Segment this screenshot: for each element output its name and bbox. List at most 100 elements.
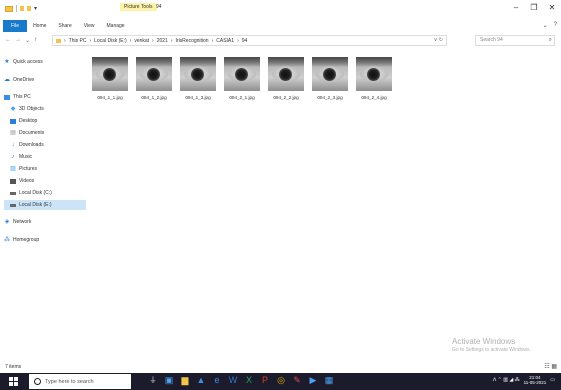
sidebar-item-pictures[interactable]: ▨ Pictures	[10, 164, 86, 174]
sidebar-item-local-disk-c[interactable]: Local Disk (C:)	[10, 188, 86, 198]
sidebar-item-quick-access[interactable]: ★ Quick access	[4, 57, 86, 67]
sidebar-item-label: Pictures	[19, 166, 38, 172]
sidebar-item-label: Music	[19, 154, 33, 160]
eye-thumbnail	[356, 57, 392, 91]
sidebar-item-videos[interactable]: Videos	[10, 176, 86, 186]
search-icon: ⌕	[548, 37, 552, 43]
video-icon	[10, 178, 16, 184]
file-item[interactable]: 094_1_2.jpg	[136, 57, 172, 100]
sidebar-item-desktop[interactable]: Desktop	[10, 116, 86, 126]
breadcrumb-2021[interactable]: 2021	[157, 38, 168, 44]
breadcrumb-94[interactable]: 94	[242, 38, 248, 44]
tray-icons[interactable]: ᐱ ⌃ ▥ ◢ ⁂	[493, 377, 520, 383]
task-view-icon[interactable]: ▣	[164, 375, 174, 386]
homegroup-icon: ⁂	[4, 236, 10, 243]
tab-view[interactable]: View	[78, 20, 101, 32]
file-item[interactable]: 094_2_1.jpg	[224, 57, 260, 100]
sidebar-item-music[interactable]: ♪ Music	[10, 152, 86, 162]
photos-icon[interactable]: ▦	[324, 375, 334, 386]
breadcrumb-local-disk-e[interactable]: Local Disk (E:)	[94, 38, 127, 44]
watermark-subtitle: Go to Settings to activate Windows.	[452, 347, 531, 353]
up-button[interactable]: ↑	[34, 37, 37, 44]
music-icon: ♪	[11, 153, 15, 160]
file-item[interactable]: 094_2_3.jpg	[312, 57, 348, 100]
tab-manage[interactable]: Manage	[101, 20, 131, 32]
close-button[interactable]: ✕	[543, 0, 561, 16]
eye-thumbnail	[224, 57, 260, 91]
file-item[interactable]: 094_2_2.jpg	[268, 57, 304, 100]
help-icon[interactable]: ?	[554, 22, 557, 29]
breadcrumb-separator: ›	[64, 37, 66, 44]
clock[interactable]: 21:04 11-05-2021	[524, 375, 547, 385]
quick-access-toolbar: ▾	[5, 5, 37, 12]
sidebar-item-local-disk-e[interactable]: Local Disk (E:)	[4, 200, 86, 210]
address-bar[interactable]: › This PC › Local Disk (E:) › venkat › 2…	[52, 35, 447, 46]
eye-thumbnail	[268, 57, 304, 91]
watermark-title: Activate Windows	[452, 337, 516, 346]
sidebar-item-label: Documents	[19, 130, 45, 136]
recent-locations-button[interactable]: ⌄	[25, 37, 30, 44]
file-name: 094_1_1.jpg	[97, 95, 123, 100]
document-icon: ▤	[10, 129, 16, 136]
media-icon[interactable]: ▶	[308, 375, 318, 386]
clock-date: 11-05-2021	[523, 380, 547, 385]
sidebar-item-onedrive[interactable]: ☁ OneDrive	[4, 75, 86, 85]
customize-toolbar-icon[interactable]: ▾	[34, 5, 37, 12]
star-icon: ★	[4, 58, 10, 65]
minimize-button[interactable]: –	[507, 0, 525, 16]
item-count: 7 items	[5, 364, 22, 370]
powerpoint-icon[interactable]: P	[260, 375, 270, 386]
taskbar-search-input[interactable]: Type here to search	[29, 374, 131, 389]
sidebar-item-this-pc[interactable]: This PC	[4, 92, 86, 102]
drive-icon	[10, 203, 16, 207]
sidebar-item-3d-objects[interactable]: ◆ 3D Objects	[10, 104, 86, 114]
breadcrumb-irisrecognition[interactable]: IrisRecognition	[176, 38, 209, 44]
forward-button[interactable]: →	[15, 37, 21, 44]
expand-ribbon-icon[interactable]: ⌄	[543, 22, 548, 29]
eye-thumbnail	[180, 57, 216, 91]
sidebar-item-documents[interactable]: ▤ Documents	[10, 128, 86, 138]
desktop-icon	[10, 118, 16, 124]
excel-icon[interactable]: X	[244, 375, 254, 386]
download-icon: ↓	[11, 141, 15, 148]
store-icon[interactable]: ▲	[196, 375, 206, 386]
file-name: 094_2_2.jpg	[273, 95, 299, 100]
windows-start-icon[interactable]	[9, 377, 18, 386]
search-input[interactable]: Search 94 ⌕	[475, 35, 555, 46]
properties-icon[interactable]	[20, 6, 24, 11]
ribbon-tabs: File Home Share View Manage ⌄ ?	[0, 20, 561, 32]
sidebar-item-downloads[interactable]: ↓ Downloads	[10, 140, 86, 150]
tab-file[interactable]: File	[3, 20, 28, 32]
file-explorer-icon[interactable]: ▆	[180, 375, 190, 386]
edge-icon[interactable]: e	[212, 375, 222, 386]
back-button[interactable]: ←	[5, 37, 11, 44]
tab-home[interactable]: Home	[27, 20, 52, 32]
view-mode-icons[interactable]: ☷ ▦	[544, 363, 557, 370]
tab-share[interactable]: Share	[52, 20, 77, 32]
taskbar-search-placeholder: Type here to search	[45, 378, 94, 385]
breadcrumb-venkat[interactable]: venkat	[134, 38, 149, 44]
file-item[interactable]: 094_1_3.jpg	[180, 57, 216, 100]
notification-icon[interactable]: ▭	[550, 377, 555, 383]
word-icon[interactable]: W	[228, 375, 238, 386]
new-folder-icon[interactable]	[27, 6, 31, 11]
chrome-icon[interactable]: ◎	[276, 375, 286, 386]
file-name: 094_2_3.jpg	[317, 95, 343, 100]
pictures-icon: ▨	[10, 165, 16, 172]
file-item[interactable]: 094_2_4.jpg	[356, 57, 392, 100]
breadcrumb-separator: ›	[152, 37, 154, 44]
breadcrumb-casia1[interactable]: CASIA1	[216, 38, 234, 44]
paint-icon[interactable]: ✎	[292, 375, 302, 386]
breadcrumb-this-pc[interactable]: This PC	[69, 38, 87, 44]
maximize-button[interactable]: ❐	[525, 0, 543, 16]
refresh-button[interactable]: ↻	[439, 37, 443, 43]
window-title: 94	[156, 4, 162, 10]
file-item[interactable]: 094_1_1.jpg	[92, 57, 128, 100]
sidebar-item-network[interactable]: ◈ Network	[4, 217, 86, 227]
navigation-bar: ← → ⌄ ↑ › This PC › Local Disk (E:) › ve…	[0, 34, 561, 47]
microphone-icon[interactable]: ⏚	[148, 375, 158, 386]
sidebar-item-label: Desktop	[19, 118, 38, 124]
sidebar-item-label: Local Disk (E:)	[19, 202, 52, 208]
sidebar-item-homegroup[interactable]: ⁂ Homegroup	[4, 235, 86, 245]
address-dropdown-button[interactable]: ∨	[434, 37, 438, 43]
